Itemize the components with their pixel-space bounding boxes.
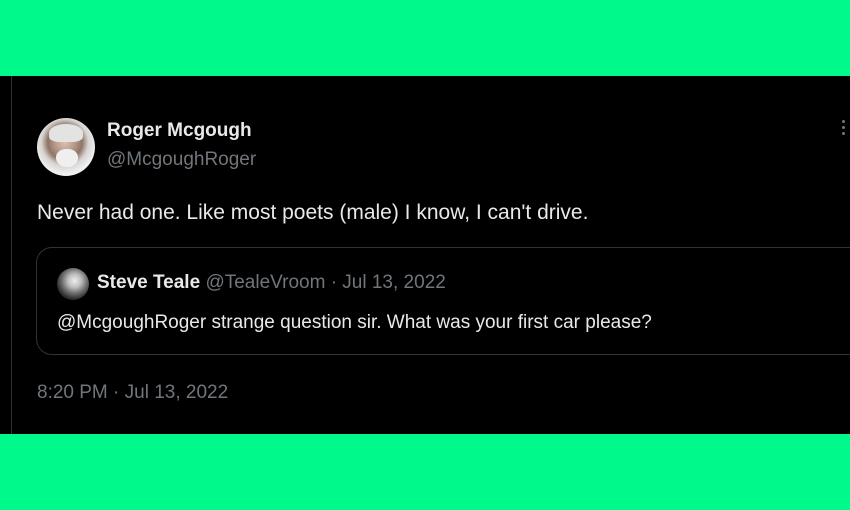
quoted-author-handle: @TealeVroom	[205, 272, 326, 293]
quoted-tweet-header: Steve Teale @TealeVroom · Jul 13, 2022	[97, 272, 446, 294]
author-avatar[interactable]	[37, 118, 95, 176]
quoted-tweet-card[interactable]: Steve Teale @TealeVroom · Jul 13, 2022 @…	[36, 247, 850, 355]
bottom-green-band	[0, 434, 850, 510]
top-green-band	[0, 0, 850, 76]
quoted-separator: ·	[330, 272, 338, 293]
left-divider	[11, 76, 12, 434]
author-handle[interactable]: @McgoughRoger	[107, 149, 256, 171]
tweet-text: Never had one. Like most poets (male) I …	[37, 201, 589, 224]
more-options-icon[interactable]	[840, 120, 846, 135]
tweet-panel: Roger Mcgough @McgoughRoger Never had on…	[0, 76, 850, 434]
avatar-hair	[49, 124, 83, 142]
quoted-date: Jul 13, 2022	[342, 272, 446, 293]
quoted-author-avatar	[57, 268, 89, 300]
author-name[interactable]: Roger Mcgough	[107, 120, 252, 142]
quoted-author-name: Steve Teale	[97, 272, 201, 293]
tweet-timestamp[interactable]: 8:20 PM · Jul 13, 2022	[37, 382, 228, 404]
avatar-beard	[56, 149, 78, 167]
quoted-tweet-text: @McgoughRoger strange question sir. What…	[57, 312, 652, 333]
